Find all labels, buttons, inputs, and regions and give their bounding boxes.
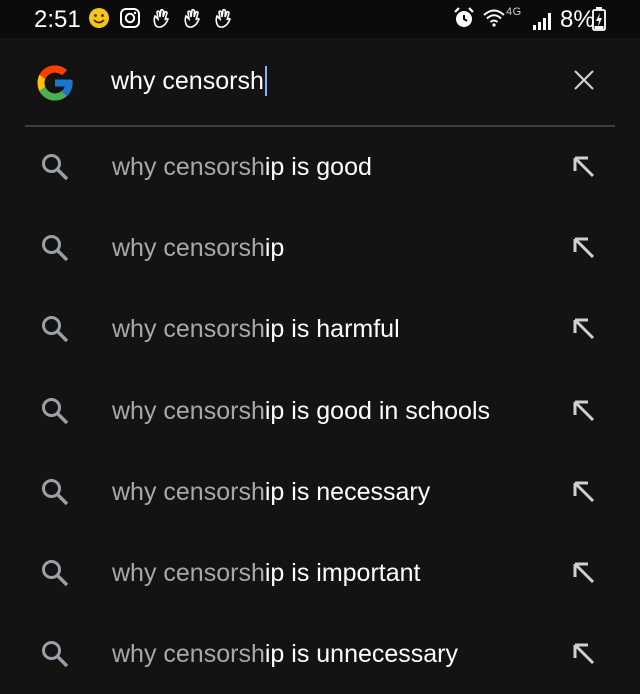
suggestion-prefix: why censorsh <box>112 478 265 506</box>
suggestion-completion: ip is important <box>264 559 421 587</box>
wave-hand-icon <box>212 7 234 29</box>
suggestion-completion: ip is necessary <box>264 478 431 506</box>
suggestion-item[interactable]: why censorship is unnecessary <box>0 614 640 694</box>
search-query-text: why censorsh <box>111 66 264 95</box>
instagram-icon <box>119 7 141 29</box>
suggestion-text: why censorship is important <box>112 559 420 588</box>
suggestion-item[interactable]: why censorship is important <box>0 533 640 613</box>
suggestion-prefix: why censorsh <box>112 397 265 425</box>
wifi-icon <box>482 6 506 30</box>
suggestion-text: why censorship is good in schools <box>112 397 490 426</box>
suggestion-prefix: why censorsh <box>112 640 265 668</box>
suggestion-text: why censorship is necessary <box>112 478 430 507</box>
status-bar: 2:51 4G 8% <box>0 0 640 38</box>
smiley-emoji-icon <box>88 7 110 29</box>
suggestion-prefix: why censorsh <box>112 234 265 262</box>
suggestion-item[interactable]: why censorship is good <box>0 127 640 207</box>
fill-query-arrow-icon[interactable] <box>572 236 596 265</box>
suggestion-item[interactable]: why censorship is good in schools <box>0 371 640 451</box>
suggestion-prefix: why censorsh <box>112 315 265 343</box>
search-input[interactable]: why censorsh <box>111 66 267 96</box>
notification-icons <box>88 7 234 29</box>
wave-hand-icon <box>150 7 172 29</box>
suggestion-completion: ip <box>264 234 285 262</box>
suggestion-item[interactable]: why censorship is necessary <box>0 452 640 532</box>
search-bar: why censorsh <box>0 38 640 126</box>
fill-query-arrow-icon[interactable] <box>572 317 596 346</box>
search-icon <box>40 639 70 674</box>
battery-percentage: 8% <box>560 6 595 33</box>
fill-query-arrow-icon[interactable] <box>572 399 596 428</box>
alarm-icon <box>452 6 476 30</box>
fill-query-arrow-icon[interactable] <box>572 155 596 184</box>
fill-query-arrow-icon[interactable] <box>572 642 596 671</box>
signal-icon <box>532 12 552 35</box>
suggestion-prefix: why censorsh <box>112 559 265 587</box>
suggestion-completion: ip is harmful <box>264 315 400 343</box>
close-icon <box>573 69 595 96</box>
search-icon <box>40 477 70 512</box>
suggestion-text: why censorship is good <box>112 153 372 182</box>
suggestion-item[interactable]: why censorship <box>0 208 640 288</box>
suggestion-completion: ip is good in schools <box>264 397 490 425</box>
suggestion-text: why censorship is unnecessary <box>112 640 458 669</box>
suggestion-text: why censorship is harmful <box>112 315 400 344</box>
fill-query-arrow-icon[interactable] <box>572 480 596 509</box>
search-icon <box>40 314 70 349</box>
status-time: 2:51 <box>34 6 81 33</box>
google-g-logo <box>34 62 76 109</box>
search-icon <box>40 396 70 431</box>
suggestion-completion: ip is good <box>264 153 372 181</box>
suggestion-prefix: why censorsh <box>112 153 265 181</box>
suggestion-text: why censorship <box>112 234 284 263</box>
clear-search-button[interactable] <box>566 64 602 100</box>
search-icon <box>40 558 70 593</box>
suggestion-completion: ip is unnecessary <box>264 640 459 668</box>
search-icon <box>40 152 70 187</box>
text-cursor <box>264 66 267 96</box>
system-icons <box>452 6 506 30</box>
network-type-label: 4G <box>506 6 522 18</box>
battery-charging-icon <box>592 7 606 36</box>
fill-query-arrow-icon[interactable] <box>572 561 596 590</box>
suggestion-item[interactable]: why censorship is harmful <box>0 289 640 369</box>
search-icon <box>40 233 70 268</box>
wave-hand-icon <box>181 7 203 29</box>
